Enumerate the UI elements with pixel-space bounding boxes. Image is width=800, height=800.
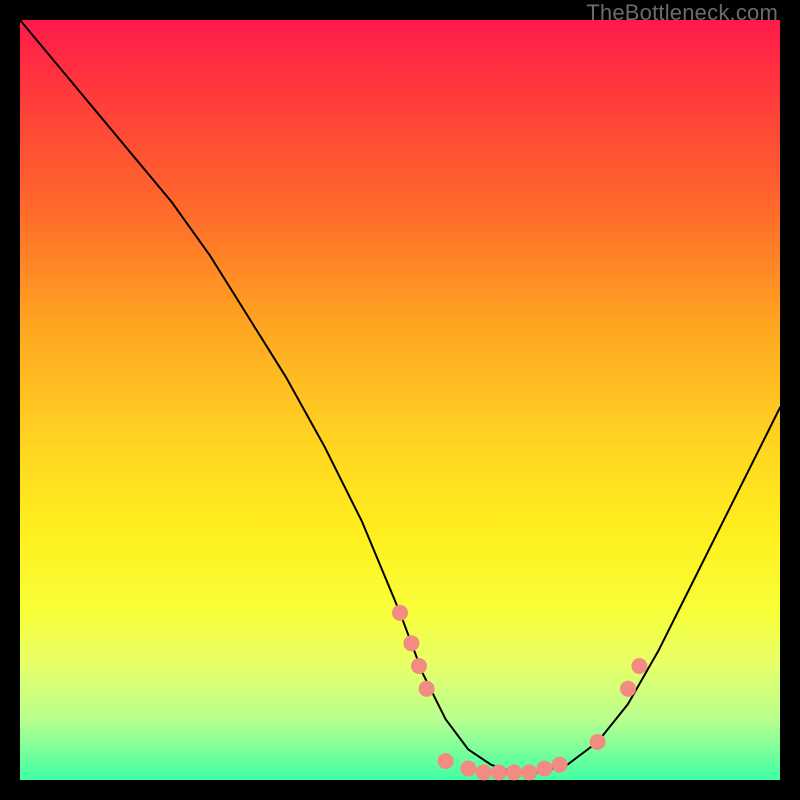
data-marker <box>552 757 568 773</box>
data-marker <box>506 764 522 780</box>
data-marker <box>419 681 435 697</box>
data-marker <box>438 753 454 769</box>
bottleneck-curve <box>20 20 780 772</box>
data-marker <box>491 764 507 780</box>
data-marker <box>620 681 636 697</box>
marker-group <box>392 605 647 781</box>
data-marker <box>392 605 408 621</box>
data-marker <box>411 658 427 674</box>
outer-frame: TheBottleneck.com <box>0 0 800 800</box>
data-marker <box>590 734 606 750</box>
chart-svg <box>20 20 780 780</box>
data-marker <box>631 658 647 674</box>
data-marker <box>460 761 476 777</box>
data-marker <box>476 764 492 780</box>
data-marker <box>536 761 552 777</box>
data-marker <box>403 635 419 651</box>
data-marker <box>521 764 537 780</box>
plot-area <box>20 20 780 780</box>
